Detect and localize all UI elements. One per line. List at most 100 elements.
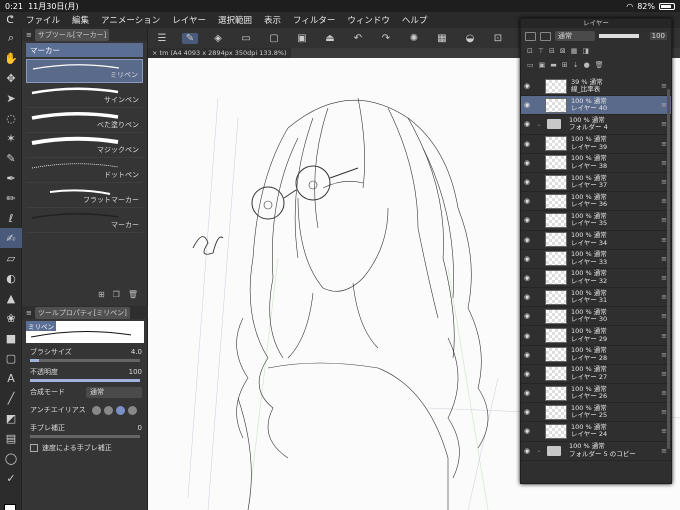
ruler-icon[interactable]: ╱ bbox=[0, 388, 22, 408]
marker-icon[interactable]: ✍ bbox=[0, 228, 22, 248]
layer-color-icon[interactable] bbox=[540, 31, 551, 41]
reference-icon[interactable]: ⊤ bbox=[538, 47, 544, 55]
layer-row[interactable]: ◉ 100 % 通常 レイヤー 24 ≡ bbox=[521, 422, 671, 442]
brush-item-millipen[interactable]: ミリペン bbox=[26, 59, 143, 83]
layer-row[interactable]: ◉ 100 % 通常 レイヤー 35 ≡ bbox=[521, 211, 671, 231]
frame-icon[interactable]: ▤ bbox=[0, 428, 22, 448]
layer-blend-select[interactable]: 通常 bbox=[555, 31, 595, 41]
layer-scrollbar[interactable] bbox=[667, 89, 670, 449]
brush-item-magicpen[interactable]: マジックペン bbox=[26, 134, 143, 158]
layer-row[interactable]: ◉ 100 % 通常 レイヤー 38 ≡ bbox=[521, 154, 671, 173]
menu-help[interactable]: ヘルプ bbox=[396, 14, 434, 26]
menu-selection[interactable]: 選択範囲 bbox=[212, 14, 258, 26]
layer-list[interactable]: ◉ 39 % 通常 線_比率表 ≡ ◉ 100 % 通常 レイヤー 40 ≡ ◉ ⌄ 100 % 通… bbox=[521, 77, 671, 485]
layer-folder-row[interactable]: ◉ ⌄ 100 % 通常 フォルダー 4 ≡ bbox=[521, 115, 671, 135]
menu-view[interactable]: 表示 bbox=[258, 14, 287, 26]
trash-icon[interactable]: 🗑 bbox=[128, 290, 138, 302]
fill-icon[interactable]: ◐ bbox=[0, 268, 22, 288]
new-raster-layer-icon[interactable]: ▭ bbox=[527, 61, 534, 69]
close-icon[interactable]: × bbox=[152, 49, 160, 57]
hand-icon[interactable]: ✋ bbox=[0, 48, 22, 68]
open-icon[interactable]: ▢ bbox=[266, 33, 282, 44]
merge-icon[interactable]: ⊞ bbox=[562, 61, 568, 69]
text-icon[interactable]: A bbox=[0, 368, 22, 388]
save-icon[interactable]: ▣ bbox=[294, 33, 310, 44]
operation-icon[interactable]: ➤ bbox=[0, 88, 22, 108]
brush-item-signpen[interactable]: サインペン bbox=[26, 84, 143, 108]
visibility-eye-icon[interactable]: ◉ bbox=[521, 408, 533, 416]
menu-edit[interactable]: 編集 bbox=[66, 14, 95, 26]
panel-menu-icon[interactable]: ≡ bbox=[26, 31, 32, 39]
vector-icon[interactable]: ◩ bbox=[0, 408, 22, 428]
brush-item-marker[interactable]: マーカー bbox=[26, 209, 143, 233]
subtool-tab[interactable]: サブツール[マーカー] bbox=[34, 28, 110, 41]
visibility-eye-icon[interactable]: ◉ bbox=[521, 389, 533, 397]
alpha-lock-icon[interactable]: ▦ bbox=[571, 47, 578, 55]
layer-property-icon[interactable] bbox=[525, 31, 536, 41]
visibility-eye-icon[interactable]: ◉ bbox=[521, 274, 533, 282]
menu-file[interactable]: ファイル bbox=[20, 14, 66, 26]
opacity-slider[interactable] bbox=[30, 379, 140, 382]
duplicate-icon[interactable]: ❐ bbox=[113, 290, 120, 302]
fill-icon[interactable]: ◒ bbox=[462, 33, 478, 44]
stabilization-value[interactable]: 0 bbox=[138, 424, 142, 432]
new-icon[interactable]: ▭ bbox=[238, 33, 254, 44]
eraser-icon[interactable]: ▱ bbox=[0, 248, 22, 268]
new-folder-icon[interactable]: ▬ bbox=[550, 61, 557, 69]
visibility-eye-icon[interactable]: ◉ bbox=[521, 120, 533, 128]
lasso-icon[interactable]: ◌ bbox=[0, 108, 22, 128]
layer-row[interactable]: ◉ 100 % 通常 レイヤー 33 ≡ bbox=[521, 250, 671, 269]
layer-row[interactable]: ◉ 100 % 通常 レイヤー 37 ≡ bbox=[521, 173, 671, 193]
menu-window[interactable]: ウィンドウ bbox=[341, 14, 396, 26]
visibility-eye-icon[interactable]: ◉ bbox=[521, 351, 533, 359]
visibility-eye-icon[interactable]: ◉ bbox=[521, 293, 533, 301]
transform-icon[interactable]: ⊡ bbox=[490, 33, 506, 44]
correction-icon[interactable]: ✓ bbox=[0, 468, 22, 488]
layer-row[interactable]: ◉ 100 % 通常 レイヤー 39 ≡ bbox=[521, 135, 671, 154]
layer-folder-row[interactable]: ◉ ⌄ 100 % 通常 フォルダー 5 のコピー ≡ bbox=[521, 442, 671, 461]
menu-layer[interactable]: レイヤー bbox=[166, 14, 212, 26]
delete-layer-icon[interactable]: 🗑 bbox=[595, 61, 604, 69]
balloon-icon[interactable]: ◯ bbox=[0, 448, 22, 468]
brush-item-dotpen[interactable]: ドットペン bbox=[26, 159, 143, 183]
gradient-icon[interactable]: ■ bbox=[0, 328, 22, 348]
brush-size-value[interactable]: 4.0 bbox=[131, 348, 142, 356]
undo-icon[interactable]: ↶ bbox=[350, 33, 366, 44]
foreground-color-swatch[interactable] bbox=[4, 504, 16, 510]
pen-mode-icon[interactable]: ✎ bbox=[182, 32, 198, 44]
clip-icon[interactable]: ⊡ bbox=[527, 47, 533, 55]
panel-menu-icon[interactable]: ≡ bbox=[26, 309, 32, 317]
brush-size-slider[interactable] bbox=[30, 359, 140, 362]
layer-row[interactable]: ◉ 100 % 通常 レイヤー 28 ≡ bbox=[521, 346, 671, 365]
visibility-eye-icon[interactable]: ◉ bbox=[521, 370, 533, 378]
brush-icon[interactable]: ℓ bbox=[0, 208, 22, 228]
decoration-icon[interactable]: ❀ bbox=[0, 308, 22, 328]
layer-row[interactable]: ◉ 100 % 通常 レイヤー 30 ≡ bbox=[521, 307, 671, 327]
layer-row[interactable]: ◉ 100 % 通常 レイヤー 36 ≡ bbox=[521, 192, 671, 212]
settings-icon[interactable]: ✺ bbox=[406, 33, 422, 44]
visibility-eye-icon[interactable]: ◉ bbox=[521, 332, 533, 340]
visibility-eye-icon[interactable]: ◉ bbox=[521, 312, 533, 320]
blend-mode-select[interactable]: 通常 bbox=[86, 386, 142, 398]
opacity-value[interactable]: 100 bbox=[129, 368, 142, 376]
import-icon[interactable]: ⊞ bbox=[98, 290, 105, 302]
figure-icon[interactable]: ▢ bbox=[0, 348, 22, 368]
app-logo-icon[interactable]: ᕦ bbox=[0, 15, 20, 26]
visibility-eye-icon[interactable]: ◉ bbox=[521, 447, 533, 455]
transfer-icon[interactable]: ⇣ bbox=[573, 61, 579, 69]
redo-icon[interactable]: ↷ bbox=[378, 33, 394, 44]
layer-row[interactable]: ◉ 39 % 通常 線_比率表 ≡ bbox=[521, 77, 671, 97]
visibility-eye-icon[interactable]: ◉ bbox=[521, 427, 533, 435]
new-vector-layer-icon[interactable]: ▣ bbox=[539, 61, 546, 69]
brush-item-flatmarker[interactable]: フラットマーカー bbox=[26, 184, 143, 208]
eyedropper-icon[interactable]: ✎ bbox=[0, 148, 22, 168]
magic-wand-icon[interactable]: ✶ bbox=[0, 128, 22, 148]
layer-row[interactable]: ◉ 100 % 通常 レイヤー 32 ≡ bbox=[521, 269, 671, 289]
speed-stabilization-checkbox[interactable] bbox=[30, 444, 38, 452]
layer-lock-icon[interactable]: ⌄ bbox=[533, 447, 545, 454]
mask-icon[interactable]: ◨ bbox=[582, 47, 589, 55]
menu-filter[interactable]: フィルター bbox=[287, 14, 341, 26]
layer-row[interactable]: ◉ 100 % 通常 レイヤー 34 ≡ bbox=[521, 231, 671, 250]
visibility-eye-icon[interactable]: ◉ bbox=[521, 178, 533, 186]
tool-property-tab[interactable]: ツールプロパティ[ミリペン] bbox=[34, 306, 130, 319]
